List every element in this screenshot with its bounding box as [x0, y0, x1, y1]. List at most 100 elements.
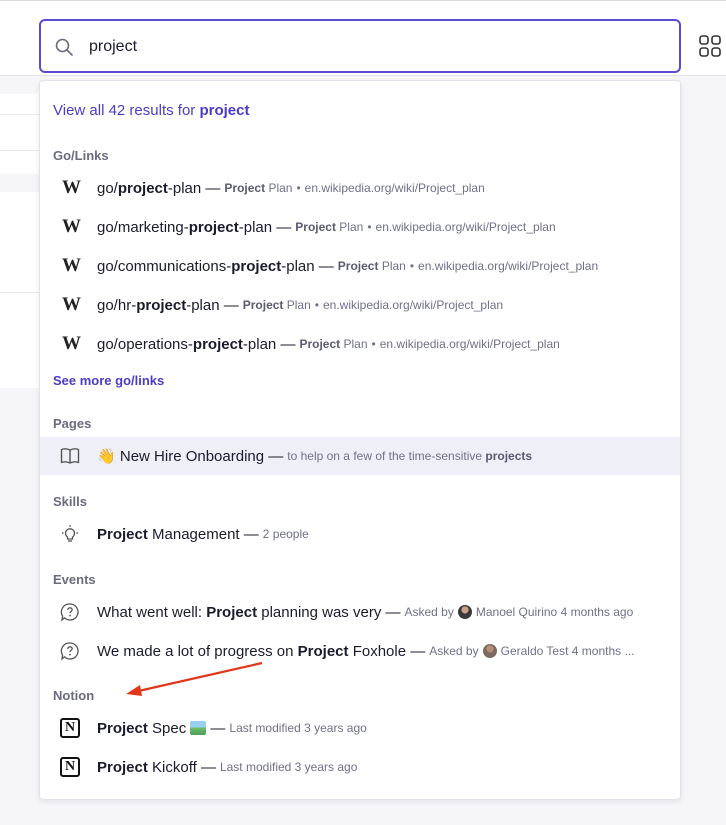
golink-meta-match: Project [337, 259, 379, 273]
golink-item[interactable]: W go/communications-project-plan — Proje… [40, 247, 680, 285]
separator-dot: • [367, 220, 372, 234]
search-icon [55, 38, 73, 56]
golink-meta-match: Project [295, 220, 336, 234]
view-all-prefix: View all 42 results for [53, 102, 196, 119]
golink-match: project [117, 179, 168, 197]
event-suffix: Foxhole — [352, 642, 426, 660]
golink-meta-match: Project [299, 337, 341, 351]
golink-meta-text: Plan [343, 337, 368, 351]
grid-apps-icon[interactable] [699, 35, 721, 57]
notion-icon-wrap: N [59, 756, 81, 778]
golink-meta: Project Plan • en.wikipedia.org/wiki/Proje… [338, 259, 598, 273]
page-item[interactable]: 👋 New Hire Onboarding — to help on a few… [40, 437, 680, 475]
page-title-text: New Hire Onboarding — [119, 448, 284, 465]
search-input[interactable] [87, 33, 651, 61]
golink-title: go/hr-project-plan — [97, 297, 239, 314]
avatar [482, 644, 497, 658]
wikipedia-icon: W [62, 177, 81, 198]
golink-prefix: go/communications- [97, 257, 232, 275]
golink-match: project [192, 335, 243, 353]
section-heading-events: Events [53, 572, 96, 587]
question-bubble-icon [59, 640, 81, 662]
notion-icon-wrap: N [59, 717, 81, 739]
page-snippet-text: to help on a few of the time-sensitive [287, 449, 483, 463]
golink-suffix: -plan — [242, 335, 296, 353]
golink-item[interactable]: W go/operations-project-plan — Project P… [40, 325, 680, 363]
golink-url: en.wikipedia.org/wiki/Project_plan [379, 337, 560, 351]
event-suffix: planning was very — [261, 603, 401, 621]
golink-url: en.wikipedia.org/wiki/Project_plan [323, 298, 504, 312]
see-more-golinks-link[interactable]: See more go/links [53, 373, 164, 388]
event-person: Geraldo Test [500, 644, 569, 658]
skill-rest: Management — [152, 525, 259, 543]
search-box[interactable] [39, 19, 681, 73]
notion-title: Project Kickoff — [97, 759, 216, 776]
notion-title: Project Spec — [97, 719, 226, 737]
golink-meta-text: Plan [286, 298, 311, 312]
wikipedia-icon: W [62, 294, 81, 315]
notion-match: Project [97, 719, 148, 737]
skill-match: Project [97, 525, 148, 543]
event-match: Project [206, 603, 258, 621]
view-all-results-link[interactable]: View all 42 results for project [53, 102, 249, 119]
page-snippet: to help on a few of the time-sensitive p… [287, 449, 532, 463]
section-heading-pages: Pages [53, 416, 92, 431]
event-time: 4 months ago [560, 605, 634, 619]
avatar [457, 605, 472, 619]
golink-url: en.wikipedia.org/wiki/Project_plan [304, 181, 485, 195]
golink-match: project [136, 296, 187, 314]
golink-meta: Project Plan • en.wikipedia.org/wiki/Proje… [299, 337, 559, 351]
notion-icon: N [60, 718, 80, 738]
event-title: What went well: Project planning was ver… [97, 604, 400, 621]
golink-meta: Project Plan • en.wikipedia.org/wiki/Proje… [295, 220, 555, 234]
golink-item[interactable]: W go/marketing-project-plan — Project Pl… [40, 208, 680, 246]
golink-title: go/operations-project-plan — [97, 336, 295, 353]
golink-meta-match: Project [242, 298, 284, 312]
golink-suffix: -plan — [186, 296, 239, 314]
golink-meta-match: Project [224, 181, 266, 195]
page-title: 👋 New Hire Onboarding — [97, 447, 283, 465]
skill-people-count: 2 people [262, 527, 309, 541]
event-item[interactable]: What went well: Project planning was ver… [40, 593, 680, 631]
event-asked-by: Asked by [404, 605, 454, 619]
golink-prefix: go/marketing- [97, 218, 189, 236]
golink-item[interactable]: W go/project-plan — Project Plan • en.wiki… [40, 169, 680, 207]
section-heading-skills: Skills [53, 494, 87, 509]
golink-suffix: -plan — [167, 179, 221, 197]
background-panel [0, 94, 40, 174]
section-heading-notion: Notion [53, 688, 95, 703]
skill-item[interactable]: Project Management — 2 people [40, 515, 680, 553]
notion-rest: Kickoff — [152, 758, 216, 776]
golink-meta-text: Plan [339, 220, 364, 234]
background-panel [0, 192, 40, 388]
notion-item[interactable]: N Project Spec — Last modified 3 years a… [40, 709, 680, 747]
golink-suffix: -plan — [281, 257, 334, 275]
separator-dot: • [296, 181, 301, 195]
notion-rest: Spec [152, 719, 187, 737]
event-person: Manoel Quirino [475, 605, 558, 619]
separator-dot: • [314, 298, 319, 312]
golink-prefix: go/operations- [97, 335, 193, 353]
golink-prefix: go/ [97, 179, 118, 197]
wikipedia-icon: W [62, 255, 81, 276]
golink-meta: Project Plan • en.wikipedia.org/wiki/Proje… [243, 298, 503, 312]
page-snippet-match: projects [485, 449, 533, 463]
divider [0, 150, 40, 151]
golink-prefix: go/hr- [97, 296, 137, 314]
golink-item[interactable]: W go/hr-project-plan — Project Plan • en.w… [40, 286, 680, 324]
divider [0, 114, 40, 115]
notion-modified: Last modified 3 years ago [219, 760, 358, 774]
notion-item[interactable]: N Project Kickoff — Last modified 3 year… [40, 748, 680, 786]
divider [0, 292, 40, 293]
golink-url: en.wikipedia.org/wiki/Project_plan [418, 259, 599, 273]
lightbulb-icon [59, 523, 81, 545]
event-time: 4 months ... [571, 644, 635, 658]
view-all-query: project [199, 102, 250, 119]
event-match: Project [297, 642, 349, 660]
golink-suffix: -plan — [238, 218, 292, 236]
notion-match: Project [97, 758, 148, 776]
section-heading-golinks: Go/Links [53, 148, 109, 163]
event-prefix: What went well: [97, 603, 203, 621]
separator-dot: • [371, 337, 376, 351]
book-icon [59, 445, 81, 467]
